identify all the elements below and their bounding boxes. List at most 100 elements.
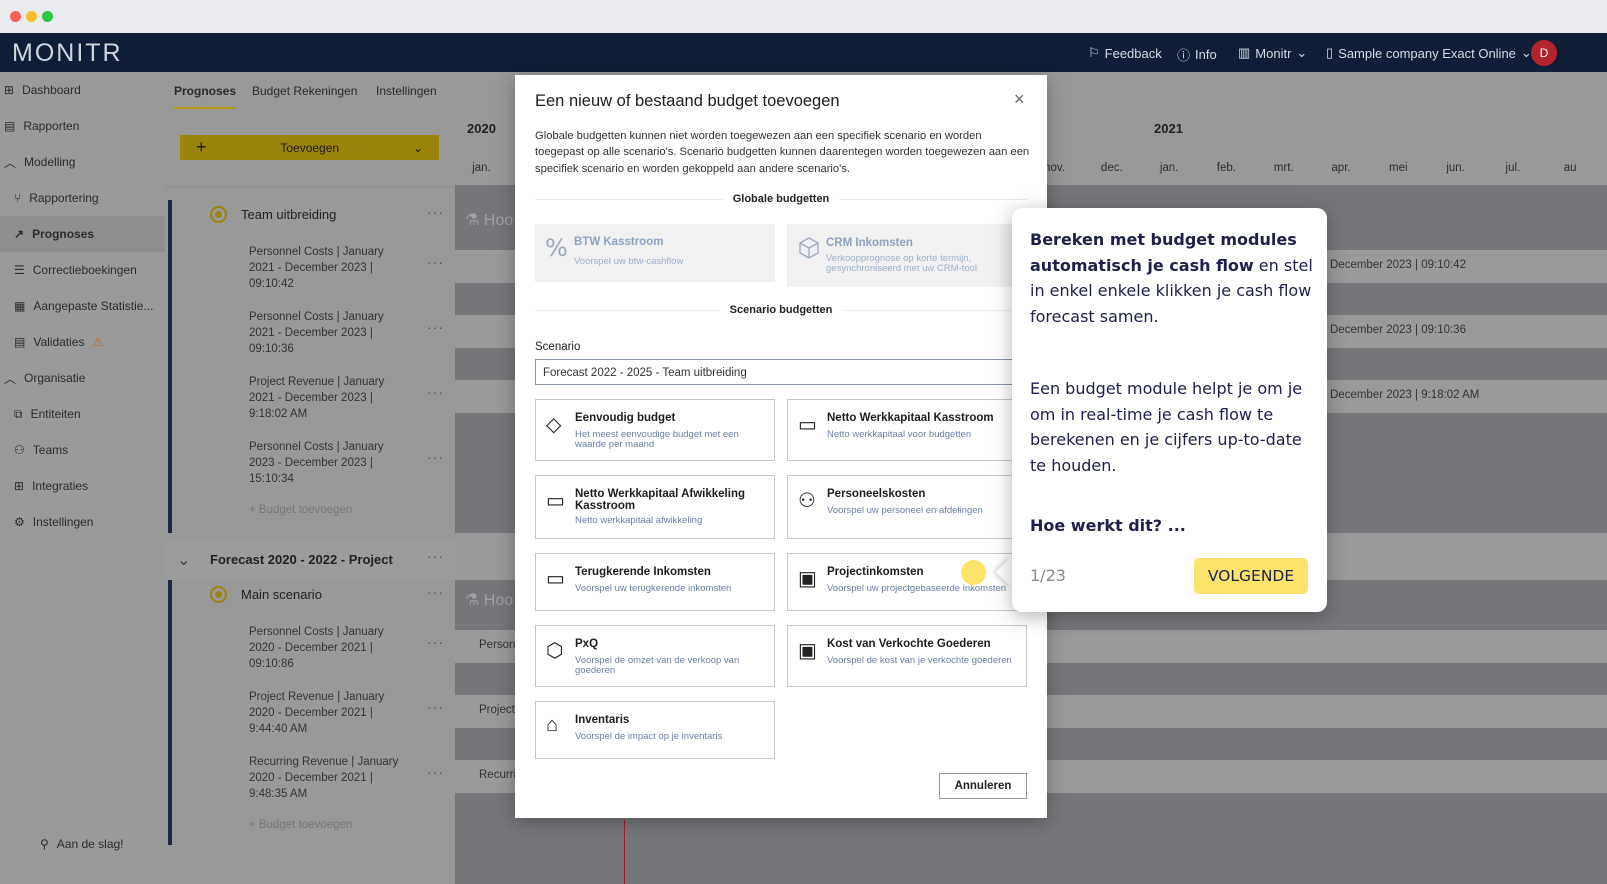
card-title: BTW Kasstroom	[574, 236, 664, 248]
more-icon[interactable]: ···	[427, 254, 444, 270]
get-started-button[interactable]: ⚲ Aan de slag!	[0, 826, 165, 862]
budget-item-label: Recurring Revenue | January 2020 - Decem…	[249, 756, 399, 800]
card-title: Inventaris	[575, 714, 630, 726]
card-title: Projectinkomsten	[827, 566, 924, 578]
add-budget-link[interactable]: + Budget toevoegen	[249, 819, 352, 831]
sidebar-item-rapportering[interactable]: ⑂ Rapportering	[0, 180, 165, 216]
budget-list-item[interactable]: Personnel Costs | January 2021 - Decembe…	[249, 309, 449, 363]
label: Organisatie	[24, 371, 86, 385]
forecast-row[interactable]: ⌄ Forecast 2020 - 2022 - Project ···	[165, 540, 455, 580]
info-button[interactable]: ⓘ Info	[1177, 45, 1217, 64]
radio-selected-icon[interactable]	[210, 586, 227, 603]
budget-card[interactable]: ⬡ PxQ Voorspel de omzet van de verkoop van…	[535, 625, 775, 687]
chevron-up-icon: ︿	[4, 155, 17, 170]
close-window-button[interactable]	[10, 11, 21, 22]
row-text: Hoo	[483, 212, 514, 229]
sidebar-item-instellingen[interactable]: ⚙ Instellingen	[0, 504, 165, 540]
more-icon[interactable]: ···	[427, 384, 444, 400]
window-titlebar	[0, 0, 1607, 33]
budget-card[interactable]: ▭ Terugkerende Inkomsten Voorspel uw terug…	[535, 553, 775, 611]
card-desc: Netto werkkapitaal afwikkeling	[575, 515, 703, 526]
budget-list-item[interactable]: Personnel Costs | January 2021 - Decembe…	[249, 244, 449, 298]
tour-question[interactable]: Hoe werkt dit? ...	[1030, 516, 1186, 535]
more-icon[interactable]: ···	[427, 204, 444, 220]
card-title: Personeelskosten	[827, 488, 926, 500]
add-budget-label: Budget toevoegen	[258, 819, 353, 831]
scenario-row[interactable]: Main scenario ···	[210, 584, 450, 608]
calculator-icon: ▦	[14, 299, 26, 313]
tour-tooltip: Bereken met budget modules automatisch j…	[1012, 208, 1327, 612]
add-budget-label: Budget toevoegen	[258, 504, 353, 516]
card-desc: Voorspel de impact op je inventaris	[575, 731, 723, 742]
sidebar-item-correctieboekingen[interactable]: ☰ Correctieboekingen	[0, 252, 165, 288]
tour-hotspot[interactable]	[961, 560, 986, 585]
scenario-row[interactable]: Team uitbreiding ···	[210, 204, 450, 228]
sidebar-item-aangepaste-statistieken[interactable]: ▦ Aangepaste Statistie...	[0, 288, 165, 324]
more-icon[interactable]: ···	[427, 699, 444, 715]
calendar-refresh-icon: ▭	[546, 568, 565, 590]
sidebar-section-modelling[interactable]: ︿ Modelling	[0, 144, 165, 180]
budget-card[interactable]: ◇ Eenvoudig budget Het meest eenvoudige bu…	[535, 399, 775, 461]
card-title: Netto Werkkapitaal Kasstroom	[827, 412, 994, 424]
budget-list-item[interactable]: Project Revenue | January 2020 - Decembe…	[249, 689, 449, 743]
tab-budget-rekeningen[interactable]: Budget Rekeningen	[252, 84, 357, 98]
sidebar-item-prognoses[interactable]: ↗ Prognoses	[0, 216, 165, 252]
chart-line-icon: ↗	[14, 227, 25, 241]
tab-prognoses[interactable]: Prognoses	[174, 84, 237, 109]
rocket-icon: ⚲	[40, 837, 49, 851]
add-budget-link[interactable]: + Budget toevoegen	[249, 504, 352, 516]
label: Aan de slag!	[56, 837, 124, 851]
budget-list-item[interactable]: Personnel Costs | January 2020 - Decembe…	[249, 624, 449, 678]
forecast-list-panel: Prognoses Budget Rekeningen Instellingen…	[165, 72, 455, 884]
more-icon[interactable]: ···	[427, 634, 444, 650]
budget-card[interactable]: ⌂ Inventaris Voorspel de impact op je inve…	[535, 701, 775, 759]
more-icon[interactable]: ···	[427, 764, 444, 780]
sidebar-item-dashboard[interactable]: ⊞ Dashboard	[0, 72, 165, 108]
tab-instellingen[interactable]: Instellingen	[376, 84, 437, 98]
minimize-window-button[interactable]	[26, 11, 37, 22]
budget-list-item[interactable]: Recurring Revenue | January 2020 - Decem…	[249, 754, 449, 808]
label: Teams	[32, 443, 69, 457]
more-icon[interactable]: ···	[427, 449, 444, 465]
sidebar-item-integraties[interactable]: ⊞ Integraties	[0, 468, 165, 504]
sidebar-item-validaties[interactable]: ▤ Validaties ⚠	[0, 324, 165, 360]
more-icon[interactable]: ···	[427, 319, 444, 335]
monitr-dropdown[interactable]: ▥ Monitr ⌄	[1238, 45, 1307, 61]
cancel-button[interactable]: Annuleren	[939, 773, 1027, 799]
month-label: feb.	[1216, 162, 1236, 174]
sidebar-item-rapporten[interactable]: ▤ Rapporten	[0, 108, 165, 144]
add-forecast-button[interactable]: + Toevoegen ⌄	[180, 135, 439, 160]
more-icon[interactable]: ···	[427, 548, 444, 564]
sidebar-item-entiteiten[interactable]: ⧉ Entiteiten	[0, 396, 165, 432]
more-icon[interactable]: ···	[427, 584, 444, 600]
chevron-down-icon[interactable]: ⌄	[413, 141, 423, 155]
budget-card-btw-kasstroom[interactable]: % BTW Kasstroom Voorspel uw btw-cashflow	[535, 224, 775, 282]
card-desc: Voorspel uw projectgebaseerde inkomsten	[827, 583, 1007, 594]
user-avatar[interactable]: D	[1531, 40, 1557, 66]
budget-list-item[interactable]: Personnel Costs | January 2023 - Decembe…	[249, 439, 449, 493]
scenario-select[interactable]: Forecast 2022 - 2025 - Team uitbreiding	[535, 359, 1027, 385]
company-dropdown[interactable]: ▯ Sample company Exact Online ⌄	[1326, 45, 1532, 61]
budget-card-crm-inkomsten[interactable]: CRM Inkomsten Verkoopprognose op korte t…	[787, 224, 1027, 287]
feedback-button[interactable]: ⚐ Feedback	[1088, 45, 1162, 61]
chevron-down-icon[interactable]: ⌄	[177, 550, 190, 570]
year-label: 2020	[467, 121, 496, 136]
radio-selected-icon[interactable]	[210, 206, 227, 223]
sidebar-item-teams[interactable]: ⚇ Teams	[0, 432, 165, 468]
maximize-window-button[interactable]	[42, 11, 53, 22]
monitr-logo: MONITR	[12, 39, 123, 67]
budget-card[interactable]: ⚇ Personeelskosten Voorspel uw personeel e…	[787, 475, 1027, 539]
next-button[interactable]: VOLGENDE	[1194, 558, 1308, 594]
budget-card[interactable]: ▣ Projectinkomsten Voorspel uw projectgeba…	[787, 553, 1027, 611]
budget-card[interactable]: ▣ Kost van Verkochte Goederen Voorspel de …	[787, 625, 1027, 687]
label: Rapportering	[29, 191, 99, 205]
budget-list-item[interactable]: Project Revenue | January 2021 - Decembe…	[249, 374, 449, 428]
close-icon[interactable]: ×	[1014, 89, 1025, 110]
budget-item-label: Project Revenue | January 2020 - Decembe…	[249, 691, 385, 735]
sidebar-section-organisatie[interactable]: ︿ Organisatie	[0, 360, 165, 396]
row-label: ⚗ Hoo	[465, 590, 513, 610]
budget-card[interactable]: ▭ Netto Werkkapitaal Afwikkeling Kasstroo…	[535, 475, 775, 539]
budget-card[interactable]: ▭ Netto Werkkapitaal Kasstroom Netto werkk…	[787, 399, 1027, 461]
month-label: jan.	[472, 162, 491, 174]
label: Modelling	[24, 155, 76, 169]
